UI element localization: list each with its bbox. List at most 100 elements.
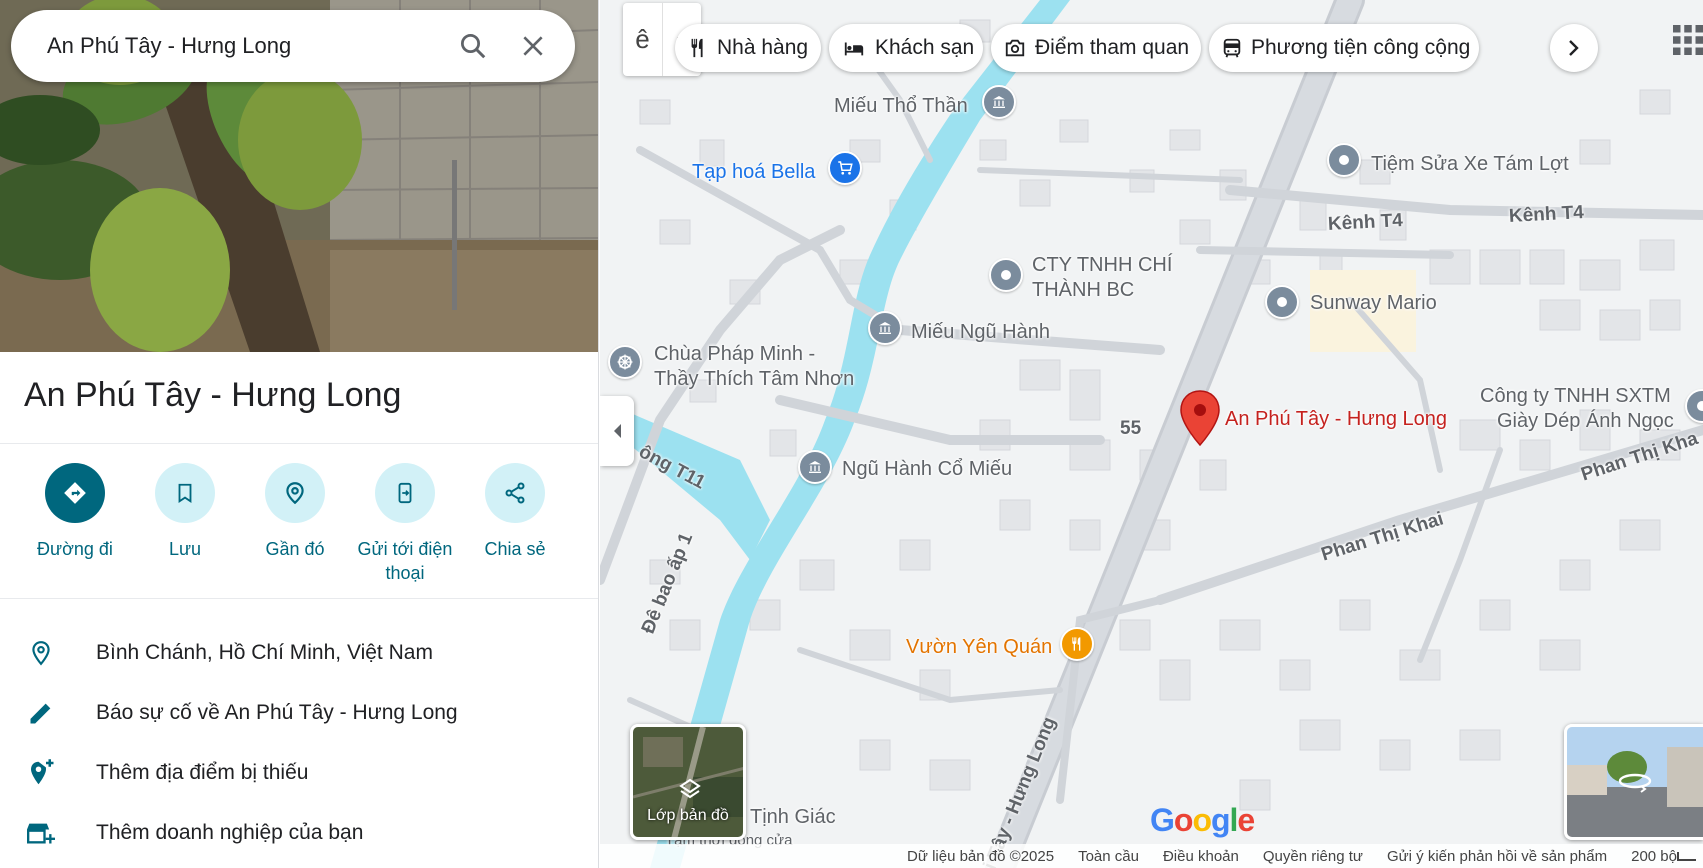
search-input[interactable] [11,10,443,82]
search-button[interactable] [443,16,503,76]
directions-circle [45,463,105,523]
temple-icon [809,461,821,473]
pagoda-marker[interactable] [608,345,642,379]
send-to-phone-label: Gửi tới điện thoại [357,539,453,583]
chip-label: Phương tiện công cộng [1251,36,1471,59]
share-button[interactable]: Chia sẻ [460,463,570,585]
dharma-wheel-icon [617,354,633,370]
poi-label-mieu-tho-than[interactable]: Miếu Thổ Thần [834,94,968,118]
road-label-55: 55 [1120,418,1142,439]
address-text: Bình Chánh, Hồ Chí Minh, Việt Nam [96,641,433,664]
input-language-glyph: ê [635,24,650,54]
shopping-cart-icon [838,161,853,175]
add-business-row[interactable]: Thêm doanh nghiệp của bạn [0,805,598,861]
search-box[interactable] [11,10,575,82]
save-label: Lưu [168,539,202,559]
nearby-icon [286,482,304,505]
selected-place-label[interactable]: An Phú Tây - Hưng Long [1225,407,1447,431]
save-circle [155,463,215,523]
add-location-icon [31,759,54,785]
pin-dot-icon [1697,401,1703,411]
map-layers-button[interactable]: Lớp bản đồ [630,724,746,840]
share-circle [485,463,545,523]
nearby-button[interactable]: Gần đó [240,463,350,585]
divider [0,443,598,444]
temple-marker[interactable] [798,450,832,484]
temple-marker[interactable] [982,85,1016,119]
poi-label-cty-chi-thanh[interactable]: CTY TNHH CHÍ [1032,253,1172,277]
add-place-row[interactable]: Thêm địa điểm bị thiếu [0,745,598,801]
nearby-circle [265,463,325,523]
temple-marker[interactable] [868,311,902,345]
chip-attractions[interactable]: Điểm tham quan [991,24,1201,72]
selected-place-pin[interactable] [1180,390,1220,446]
terms-link[interactable]: Điều khoản [1163,848,1239,865]
hotel-icon [844,42,864,56]
pin-dot-icon [1277,297,1287,307]
directions-button[interactable]: Đường đi [20,463,130,585]
send-to-phone-circle [375,463,435,523]
poi-label-tinh-giac[interactable]: Tịnh Giác [750,805,836,829]
rotate-360-icon [1618,773,1652,793]
scale-bar [1677,852,1696,861]
add-business-text: Thêm doanh nghiệp của bạn [96,821,364,844]
layers-label: Lớp bản đồ [647,807,729,824]
temple-icon [993,96,1005,108]
bookmark-icon [178,483,192,503]
map-base [600,0,1703,868]
caret-left-icon [614,424,621,438]
send-to-phone-button[interactable]: Gửi tới điện thoại [350,463,460,585]
pencil-icon [30,703,51,724]
scale-label[interactable]: 200 bộ [1631,848,1677,865]
google-logo: Google [1150,802,1255,838]
phone-icon [398,482,412,504]
place-marker[interactable] [989,258,1023,292]
save-button[interactable]: Lưu [130,463,240,585]
poi-label-sunway-mario[interactable]: Sunway Mario [1310,291,1437,315]
shop-marker[interactable] [828,151,862,185]
road-label-kenh-t4: Kênh T4 [1327,210,1404,235]
restaurant-marker[interactable] [1060,627,1094,661]
poi-label-vuon-yen-quan[interactable]: Vườn Yên Quán [906,635,1052,659]
place-title: An Phú Tây - Hưng Long [24,376,402,414]
map-footer: Dữ liệu bản đồ ©2025 Toàn cầu Điều khoản… [600,844,1703,868]
search-icon [461,34,486,59]
chevron-right-icon [1569,40,1579,56]
chip-transit[interactable]: Phương tiện công cộng [1209,24,1479,72]
close-button[interactable] [503,16,563,76]
place-panel: An Phú Tây - Hưng Long Đường đi Lưu [0,0,599,868]
feedback-link[interactable]: Gửi ý kiến phản hồi về sản phẩm [1387,848,1607,865]
global-link[interactable]: Toàn cầu [1078,848,1139,865]
poi-label-cong-ty-giay-dep-line2: Giày Dép Ánh Ngọc [1497,410,1674,432]
apps-icon[interactable] [1670,22,1703,58]
address-row[interactable]: Bình Chánh, Hồ Chí Minh, Việt Nam [0,625,598,681]
directions-icon [64,482,86,504]
restaurant-icon [1072,637,1081,651]
poi-label-ngu-hanh-co-mieu[interactable]: Ngũ Hành Cổ Miếu [842,457,1012,481]
chip-label: Điểm tham quan [1035,36,1190,59]
poi-label-chua-phap-minh-line2: Thầy Thích Tâm Nhơn [654,368,855,390]
chip-restaurants[interactable]: Nhà hàng [675,24,821,72]
share-icon [505,482,525,504]
divider [0,598,598,599]
place-marker[interactable] [1327,143,1361,177]
add-business-icon [27,823,55,844]
street-view-thumbnail[interactable] [1564,724,1703,840]
poi-label-cong-ty-giay-dep[interactable]: Công ty TNHH SXTM [1480,384,1671,408]
collapse-panel-button[interactable] [600,396,634,466]
transit-icon [1223,38,1241,58]
layers-icon [679,778,701,799]
poi-label-tiem-sua-xe[interactable]: Tiệm Sửa Xe Tám Lợt [1371,152,1569,176]
chips-next-button[interactable] [1550,24,1598,72]
close-icon [523,36,543,56]
chip-hotels[interactable]: Khách sạn [829,24,983,72]
poi-label-tap-hoa-bella[interactable]: Tạp hoá Bella [692,160,815,184]
privacy-link[interactable]: Quyền riêng tư [1263,848,1363,865]
poi-label-chua-phap-minh[interactable]: Chùa Pháp Minh - [654,342,815,366]
report-row[interactable]: Báo sự cố về An Phú Tây - Hưng Long [0,685,598,741]
poi-label-cty-chi-thanh-line2: THÀNH BC [1032,279,1135,301]
poi-label-mieu-ngu-hanh[interactable]: Miếu Ngũ Hành [911,320,1050,344]
pin-dot-icon [1339,155,1349,165]
map-canvas[interactable]: ê Nhà hàng Khách sạn Điểm tham quan Phươ… [600,0,1703,868]
place-marker[interactable] [1265,285,1299,319]
